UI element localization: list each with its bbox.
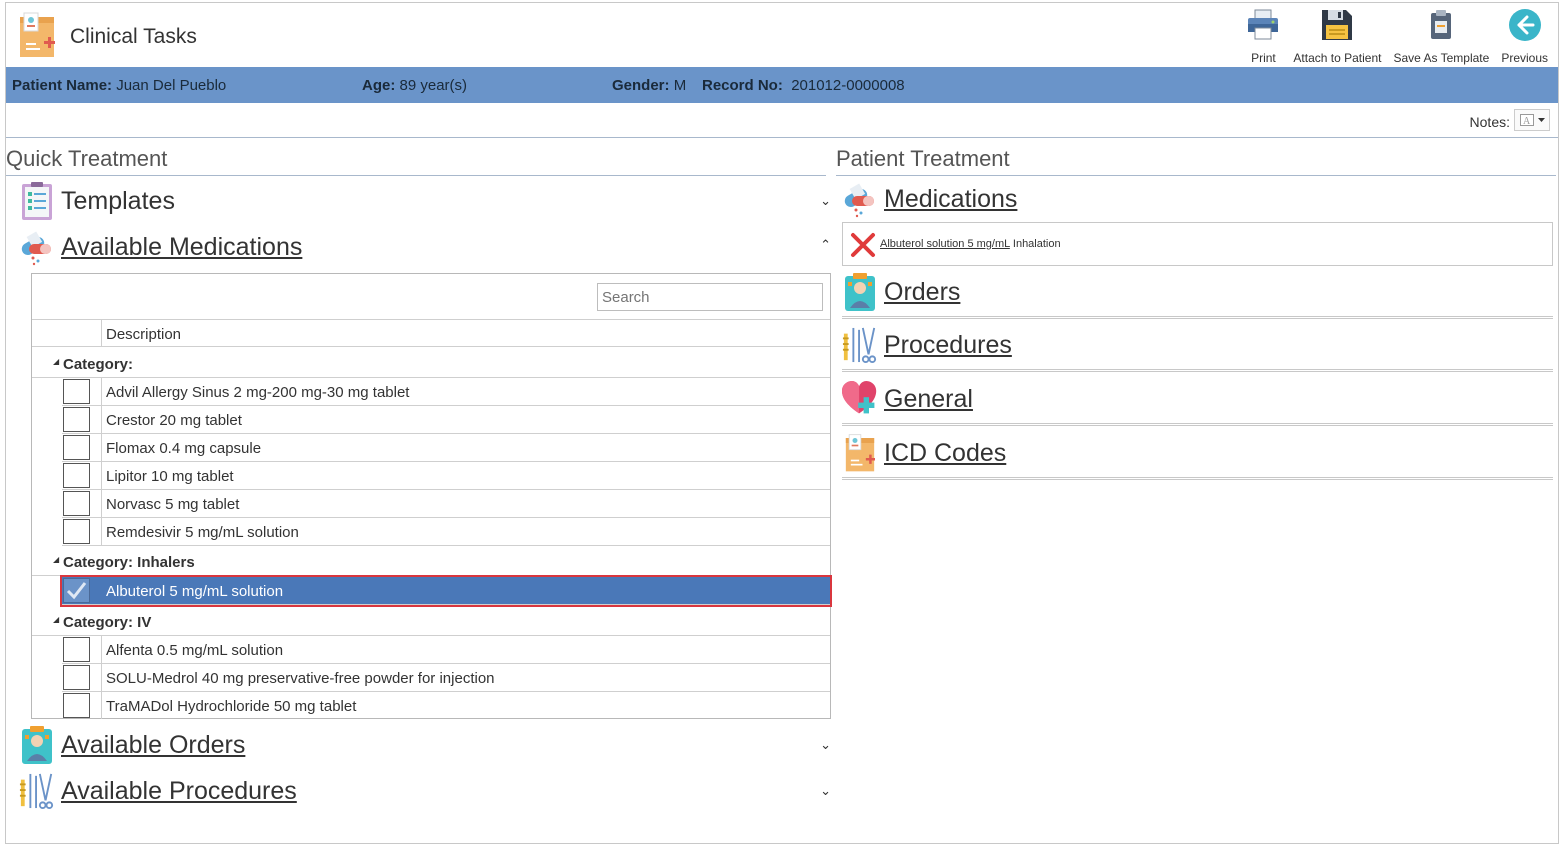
- procedures-section-header[interactable]: Procedures: [842, 323, 1553, 367]
- app-window: Clinical Tasks Print Attach to Patient S…: [5, 2, 1559, 844]
- remove-icon[interactable]: [850, 232, 876, 263]
- available-orders-accordion[interactable]: Available Orders ⌄: [19, 723, 831, 767]
- medication-checkbox[interactable]: [63, 637, 90, 662]
- clinical-folder-icon: [842, 433, 878, 473]
- collapse-triangle-icon[interactable]: ◢: [53, 615, 59, 624]
- heart-plus-icon: [842, 379, 878, 419]
- printer-icon: [1245, 7, 1281, 43]
- clinical-folder-icon: [18, 11, 56, 59]
- attach-to-patient-button[interactable]: Attach to Patient: [1287, 7, 1387, 65]
- clinician-icon: [842, 272, 878, 312]
- chevron-down-icon: ⌄: [820, 737, 831, 752]
- print-button[interactable]: Print: [1239, 7, 1287, 65]
- available-medications-accordion[interactable]: Available Medications ⌃: [19, 225, 831, 269]
- medication-entry-link[interactable]: Albuterol solution 5 mg/mL: [880, 238, 1010, 250]
- procedures-label: Procedures: [884, 330, 1012, 359]
- category-group-header[interactable]: ◢ Category:: [32, 348, 830, 378]
- description-column-header[interactable]: Description: [106, 326, 181, 343]
- chevron-down-icon: ⌄: [820, 193, 831, 208]
- medication-checkbox[interactable]: [63, 463, 90, 488]
- category-group-header[interactable]: ◢ Category: IV: [32, 606, 830, 636]
- surgical-tools-icon: [842, 325, 878, 365]
- medication-row[interactable]: Remdesivir 5 mg/mL solution: [62, 518, 830, 546]
- medication-entry: Albuterol solution 5 mg/mL Inhalation: [880, 238, 1061, 250]
- patient-age: Age: 89 year(s): [362, 77, 468, 94]
- medication-row-selected[interactable]: Albuterol 5 mg/mL solution: [60, 575, 832, 607]
- medication-row[interactable]: Flomax 0.4 mg capsule: [62, 434, 830, 462]
- chevron-down-icon: ⌄: [820, 783, 831, 798]
- available-procedures-accordion[interactable]: Available Procedures ⌄: [19, 769, 831, 813]
- collapse-triangle-icon[interactable]: ◢: [53, 357, 59, 366]
- surgical-tools-icon: [19, 771, 55, 811]
- divider: [842, 423, 1553, 426]
- icd-codes-label: ICD Codes: [884, 438, 1007, 467]
- notes-row: Notes: A: [6, 104, 1558, 138]
- quick-treatment-title: Quick Treatment: [6, 146, 168, 171]
- patient-medication-entry: Albuterol solution 5 mg/mL Inhalation: [842, 222, 1553, 266]
- general-label: General: [884, 384, 973, 413]
- medication-row[interactable]: SOLU-Medrol 40 mg preservative-free powd…: [62, 664, 830, 692]
- toolbar: Print Attach to Patient Save As Template…: [1239, 7, 1554, 65]
- medications-section-header[interactable]: Medications: [842, 177, 1553, 221]
- medication-row[interactable]: Alfenta 0.5 mg/mL solution: [62, 636, 830, 664]
- available-orders-label: Available Orders: [61, 730, 246, 759]
- collapse-triangle-icon[interactable]: ◢: [53, 555, 59, 564]
- pills-icon: [19, 227, 55, 267]
- clipboard-icon: [1423, 7, 1459, 43]
- checkmark-icon: [66, 582, 87, 600]
- medication-checkbox[interactable]: [63, 519, 90, 544]
- patient-name: Patient Name: Juan Del Pueblo: [12, 77, 227, 94]
- medication-checkbox-checked[interactable]: [63, 578, 90, 603]
- medication-checkbox[interactable]: [63, 693, 90, 718]
- section-divider: [836, 175, 1556, 176]
- grid-header: Description: [32, 319, 830, 347]
- medication-checkbox[interactable]: [63, 379, 90, 404]
- back-arrow-icon: [1507, 7, 1543, 43]
- category-group-header[interactable]: ◢ Category: Inhalers: [32, 546, 830, 576]
- notes-label: Notes:: [1469, 114, 1510, 130]
- save-disk-icon: [1319, 7, 1355, 43]
- medication-row[interactable]: Advil Allergy Sinus 2 mg-200 mg-30 mg ta…: [62, 378, 830, 406]
- available-medications-label: Available Medications: [61, 232, 303, 261]
- divider: [842, 369, 1553, 372]
- medication-checkbox[interactable]: [63, 491, 90, 516]
- section-divider: [6, 175, 826, 176]
- medication-checkbox[interactable]: [63, 435, 90, 460]
- chevron-up-icon: ⌃: [820, 237, 831, 252]
- divider: [842, 316, 1553, 319]
- notes-icon: A: [1519, 114, 1534, 126]
- svg-text:A: A: [1523, 116, 1531, 126]
- previous-button[interactable]: Previous: [1495, 7, 1554, 65]
- clinician-icon: [19, 725, 55, 765]
- orders-section-header[interactable]: Orders: [842, 270, 1553, 314]
- medication-row[interactable]: Lipitor 10 mg tablet: [62, 462, 830, 490]
- medication-row[interactable]: TraMADol Hydrochloride 50 mg tablet: [62, 692, 830, 720]
- icd-codes-section-header[interactable]: ICD Codes: [842, 431, 1553, 475]
- orders-label: Orders: [884, 277, 961, 306]
- medications-label: Medications: [884, 184, 1018, 213]
- patient-gender: Gender: M: [612, 77, 687, 94]
- medication-checkbox[interactable]: [63, 665, 90, 690]
- medication-entry-route: Inhalation: [1012, 238, 1061, 250]
- divider: [842, 477, 1553, 480]
- general-section-header[interactable]: General: [842, 377, 1553, 421]
- search-input[interactable]: [597, 283, 823, 311]
- medication-row[interactable]: Norvasc 5 mg tablet: [62, 490, 830, 518]
- notes-dropdown[interactable]: A: [1514, 109, 1550, 131]
- medications-grid: Description ◢ Category: Advil Allergy Si…: [31, 273, 832, 720]
- templates-accordion[interactable]: Templates ⌄: [19, 179, 831, 223]
- medication-row[interactable]: Crestor 20 mg tablet: [62, 406, 830, 434]
- patient-info-bar: Patient Name: Juan Del Pueblo Age: 89 ye…: [6, 67, 1558, 103]
- patient-treatment-title: Patient Treatment: [836, 146, 1010, 171]
- pills-icon: [842, 179, 878, 219]
- save-as-template-button[interactable]: Save As Template: [1387, 7, 1495, 65]
- templates-label: Templates: [61, 186, 175, 215]
- available-procedures-label: Available Procedures: [61, 776, 297, 805]
- page-title: Clinical Tasks: [70, 25, 197, 48]
- medication-checkbox[interactable]: [63, 407, 90, 432]
- patient-record-number: Record No: 201012-0000008: [702, 77, 905, 94]
- app-header: Clinical Tasks Print Attach to Patient S…: [6, 3, 1558, 67]
- chevron-down-icon: [1537, 118, 1545, 122]
- checklist-icon: [19, 181, 55, 221]
